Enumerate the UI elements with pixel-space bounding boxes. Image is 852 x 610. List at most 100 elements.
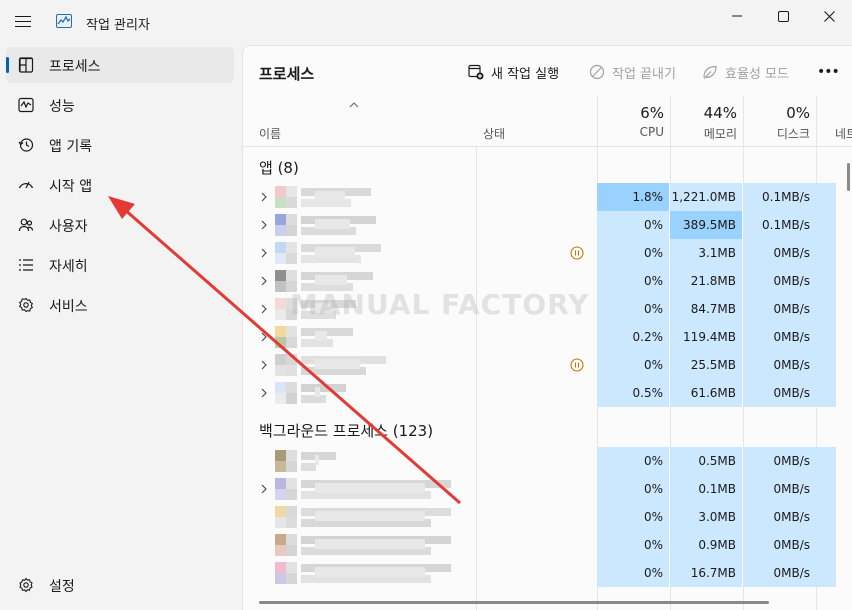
efficiency-mode-button[interactable]: 효율성 모드: [702, 62, 789, 82]
apps-section-header[interactable]: 앱 (8): [259, 157, 299, 178]
sidebar-item-details[interactable]: 자세히: [6, 247, 234, 283]
maximize-button[interactable]: [760, 0, 806, 32]
disk-cell: 0.1MB/s: [743, 211, 816, 239]
cpu-cell: 0.5%: [597, 379, 669, 407]
minimize-button[interactable]: [714, 0, 760, 32]
memory-cell: 1,221.0MB: [670, 183, 742, 211]
vertical-scrollbar[interactable]: [847, 163, 850, 191]
table-row[interactable]: 0% 3.0MB 0MB/s: [243, 503, 852, 531]
redacted-process-name: [275, 450, 350, 472]
column-header-cpu[interactable]: 6% CPU: [597, 96, 670, 146]
chevron-right-icon[interactable]: [261, 276, 267, 286]
cpu-cell: 0%: [597, 559, 669, 587]
chevron-right-icon[interactable]: [261, 484, 267, 494]
disk-cell: 0MB/s: [743, 447, 816, 475]
chevron-right-icon[interactable]: [261, 360, 267, 370]
network-label: 네트: [835, 127, 852, 141]
disk-cell: 0MB/s: [743, 379, 816, 407]
sidebar-item-settings[interactable]: 설정: [6, 567, 234, 603]
network-cell: [816, 379, 836, 407]
sidebar-item-processes[interactable]: 프로세스: [6, 47, 234, 83]
users-icon: [18, 218, 34, 232]
network-cell: [816, 503, 836, 531]
table-row[interactable]: 0% 3.1MB 0MB/s: [243, 239, 852, 267]
redacted-process-name: [275, 478, 465, 500]
column-header-name[interactable]: 이름: [259, 125, 281, 142]
column-header-memory[interactable]: 44% 메모리: [670, 96, 743, 146]
minimize-icon: [732, 15, 742, 17]
performance-icon: [18, 97, 34, 113]
horizontal-scrollbar[interactable]: [259, 601, 769, 604]
network-cell: [816, 239, 836, 267]
network-cell: [816, 447, 836, 475]
disk-cell: 0MB/s: [743, 239, 816, 267]
table-row[interactable]: 0% 25.5MB 0MB/s: [243, 351, 852, 379]
memory-cell: 0.1MB: [670, 475, 742, 503]
network-cell: [816, 531, 836, 559]
processes-icon: [18, 57, 34, 73]
column-header-row: 이름 상태 6% CPU 44% 메모리 0% 디스크 네트: [243, 96, 852, 147]
sidebar-item-label: 서비스: [49, 299, 88, 315]
processes-panel: 프로세스 새 작업 실행 작업 끝내기 효율성 모드 ••• 이름 상태 6% …: [242, 45, 852, 610]
background-section-header[interactable]: 백그라운드 프로세스 (123): [259, 420, 433, 441]
memory-cell: 389.5MB: [670, 211, 742, 239]
column-header-disk[interactable]: 0% 디스크: [743, 96, 816, 146]
efficiency-mode-label: 효율성 모드: [725, 66, 789, 82]
sort-chevron-up-icon[interactable]: [349, 102, 359, 108]
disk-cell: 0MB/s: [743, 351, 816, 379]
memory-cell: 3.1MB: [670, 239, 742, 267]
disk-cell: 0MB/s: [743, 267, 816, 295]
column-header-network[interactable]: 네트: [816, 96, 852, 146]
services-icon: [18, 297, 34, 313]
cpu-cell: 0%: [597, 503, 669, 531]
sidebar-item-label: 프로세스: [49, 59, 101, 75]
redacted-process-name: [275, 242, 395, 264]
cpu-cell: 0%: [597, 447, 669, 475]
chevron-right-icon[interactable]: [261, 304, 267, 314]
table-row[interactable]: 0.2% 119.4MB 0MB/s: [243, 323, 852, 351]
table-row[interactable]: 0% 16.7MB 0MB/s: [243, 559, 852, 587]
suspended-status-icon: [570, 358, 584, 372]
more-options-button[interactable]: •••: [817, 62, 840, 82]
redacted-process-name: [275, 326, 367, 348]
cpu-label: CPU: [639, 125, 664, 139]
sidebar-item-users[interactable]: 사용자: [6, 207, 234, 243]
network-cell: [816, 323, 836, 351]
table-row[interactable]: 0% 0.9MB 0MB/s: [243, 531, 852, 559]
memory-cell: 16.7MB: [670, 559, 742, 587]
app-history-icon: [18, 138, 34, 152]
run-new-task-button[interactable]: 새 작업 실행: [468, 62, 559, 82]
chevron-right-icon[interactable]: [261, 220, 267, 230]
hamburger-menu-icon[interactable]: [15, 16, 31, 28]
sidebar-item-services[interactable]: 서비스: [6, 287, 234, 323]
table-row[interactable]: 1.8% 1,221.0MB 0.1MB/s: [243, 183, 852, 211]
efficiency-leaf-icon: [703, 65, 717, 79]
sidebar-item-app-history[interactable]: 앱 기록: [6, 127, 234, 163]
chevron-right-icon[interactable]: [261, 388, 267, 398]
toolbar: 프로세스 새 작업 실행 작업 끝내기 효율성 모드 •••: [243, 46, 852, 96]
memory-cell: 3.0MB: [670, 503, 742, 531]
sidebar-item-label: 사용자: [49, 219, 88, 235]
process-table: 앱 (8) 백그라운드 프로세스 (123) 1.8% 1,221.0MB 0.1M…: [243, 147, 852, 610]
settings-gear-icon: [19, 577, 33, 593]
end-task-button[interactable]: 작업 끝내기: [589, 62, 676, 82]
table-row[interactable]: 0% 0.5MB 0MB/s: [243, 447, 852, 475]
table-row[interactable]: 0% 0.1MB 0MB/s: [243, 475, 852, 503]
table-row[interactable]: 0.5% 61.6MB 0MB/s: [243, 379, 852, 407]
watermark: MANUAL FACTORY: [290, 288, 590, 321]
sidebar-item-startup-apps[interactable]: 시작 앱: [6, 167, 234, 203]
cpu-cell: 0%: [597, 475, 669, 503]
cpu-cell: 0%: [597, 239, 669, 267]
sidebar-item-performance[interactable]: 성능: [6, 87, 234, 123]
title-bar: 작업 관리자: [0, 0, 852, 40]
memory-cell: 0.5MB: [670, 447, 742, 475]
disk-cell: 0.1MB/s: [743, 183, 816, 211]
table-row[interactable]: 0% 389.5MB 0.1MB/s: [243, 211, 852, 239]
chevron-right-icon[interactable]: [261, 192, 267, 202]
chevron-right-icon[interactable]: [261, 248, 267, 258]
close-button[interactable]: [806, 0, 852, 32]
chevron-right-icon[interactable]: [261, 332, 267, 342]
cpu-cell: 0%: [597, 267, 669, 295]
column-header-status[interactable]: 상태: [483, 125, 505, 142]
close-icon: [823, 10, 835, 22]
